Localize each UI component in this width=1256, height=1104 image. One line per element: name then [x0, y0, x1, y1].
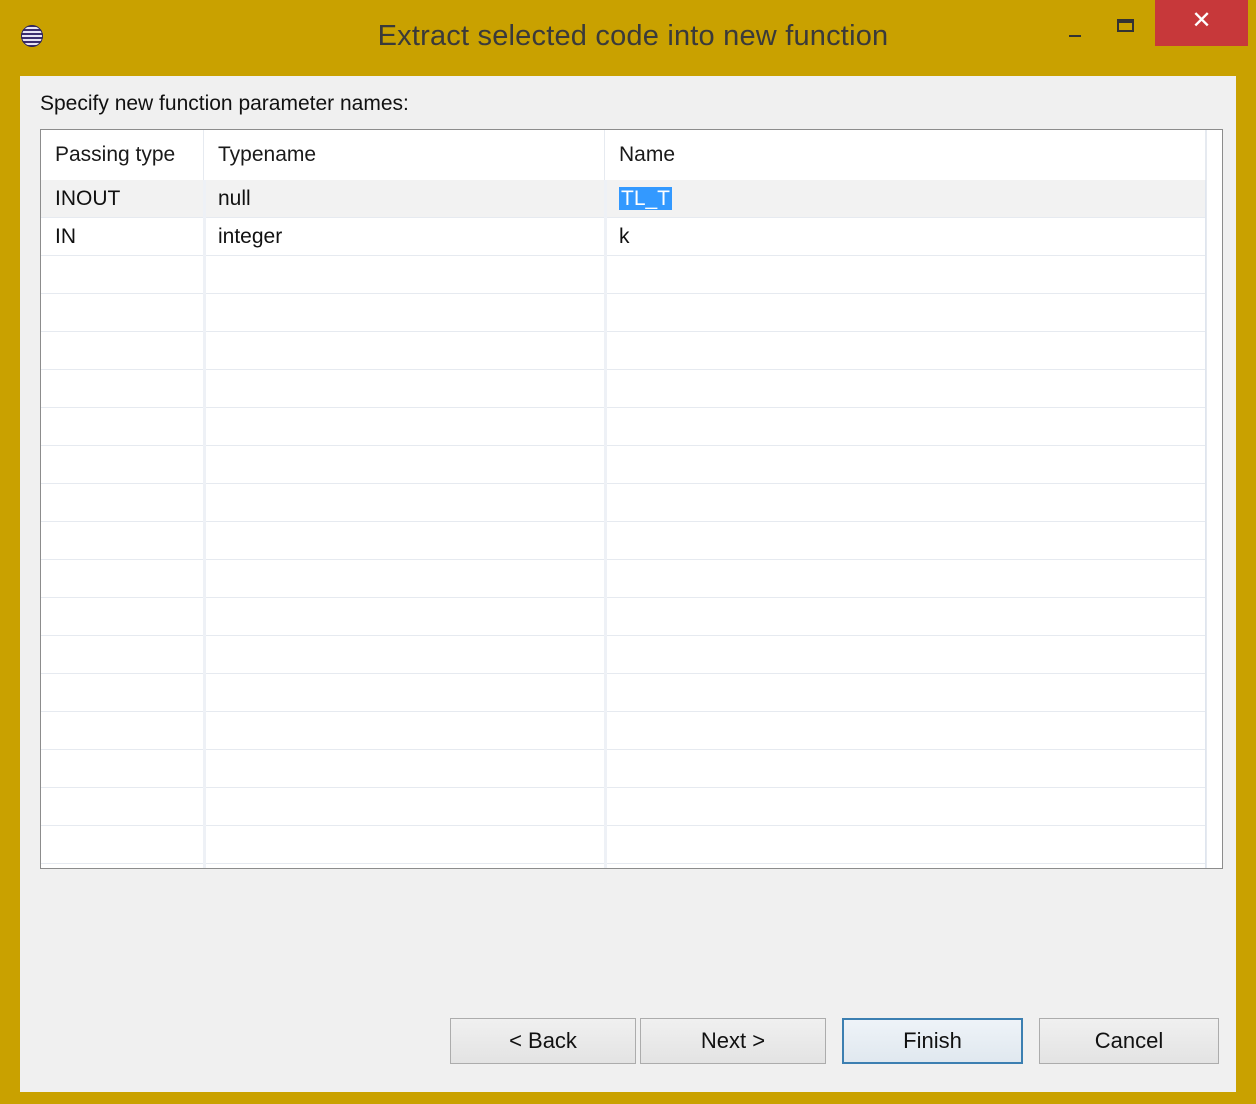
- passing-type-cell: INOUT: [55, 187, 121, 210]
- empty-row: [41, 484, 1206, 522]
- empty-row: [41, 408, 1206, 446]
- empty-row: [41, 522, 1206, 560]
- close-icon: ✕: [1191, 6, 1212, 34]
- empty-row: [41, 294, 1206, 332]
- empty-row: [41, 256, 1206, 294]
- empty-row: [41, 674, 1206, 712]
- title-bar[interactable]: Extract selected code into new function …: [0, 0, 1256, 76]
- cancel-button[interactable]: Cancel: [1039, 1018, 1219, 1064]
- prompt-label: Specify new function parameter names:: [40, 92, 409, 115]
- table-row[interactable]: INOUT null TL_T: [41, 180, 1206, 218]
- table-row[interactable]: IN integer k: [41, 218, 1206, 256]
- column-divider: [604, 180, 607, 868]
- table-right-edge: [1206, 130, 1222, 868]
- typename-cell: integer: [218, 225, 283, 248]
- dialog-window: Extract selected code into new function …: [0, 0, 1256, 1104]
- maximize-button[interactable]: [1100, 0, 1152, 46]
- column-header-typename[interactable]: Typename: [204, 130, 605, 180]
- name-cell-editor[interactable]: TL_T: [605, 180, 1206, 217]
- empty-row: [41, 560, 1206, 598]
- empty-row: [41, 332, 1206, 370]
- close-button[interactable]: ✕: [1155, 0, 1248, 46]
- dialog-body: Specify new function parameter names: Pa…: [20, 76, 1236, 1092]
- typename-cell: null: [218, 187, 251, 210]
- empty-row: [41, 446, 1206, 484]
- empty-row: [41, 750, 1206, 788]
- empty-row: [41, 370, 1206, 408]
- finish-button[interactable]: Finish: [842, 1018, 1023, 1064]
- empty-row: [41, 598, 1206, 636]
- empty-row: [41, 636, 1206, 674]
- name-cell[interactable]: k: [605, 218, 1206, 255]
- column-header-name[interactable]: Name: [605, 130, 1206, 180]
- table-header: Passing type Typename Name: [41, 130, 1222, 181]
- empty-row: [41, 788, 1206, 826]
- parameters-table[interactable]: Passing type Typename Name INOUT null TL…: [40, 129, 1223, 869]
- minimize-button[interactable]: [1050, 0, 1098, 46]
- name-cell-selected-text[interactable]: TL_T: [619, 187, 673, 210]
- back-button[interactable]: < Back: [450, 1018, 636, 1064]
- column-header-passing-type[interactable]: Passing type: [41, 130, 204, 180]
- maximize-icon: [1117, 19, 1134, 32]
- minimize-icon: [1069, 35, 1081, 37]
- empty-row: [41, 712, 1206, 750]
- empty-row: [41, 826, 1206, 864]
- passing-type-cell: IN: [55, 225, 76, 248]
- next-button[interactable]: Next >: [640, 1018, 826, 1064]
- column-divider: [203, 180, 206, 868]
